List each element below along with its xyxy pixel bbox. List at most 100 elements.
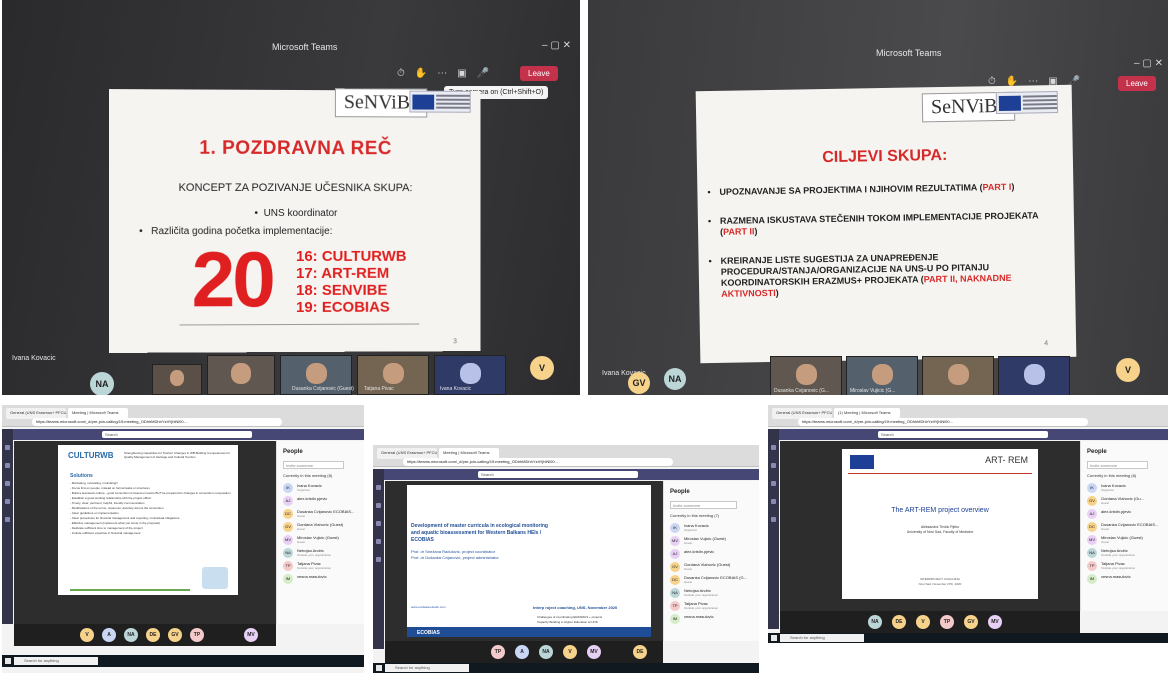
search-input[interactable]: Search <box>102 431 252 438</box>
participant-avatar[interactable]: TP <box>491 645 505 659</box>
ecobias-logo: ECOBIAS <box>417 630 440 636</box>
participant-avatar[interactable]: TP <box>940 615 954 629</box>
participant-avatar[interactable]: NA <box>539 645 553 659</box>
slide-title: Development of master curricula in ecolo… <box>411 523 551 544</box>
participant-avatar[interactable]: V <box>1116 358 1140 382</box>
participant-row[interactable]: DC Dusanka Cvijanovic ECOBIAS... Guest <box>1087 522 1167 533</box>
call-avatar-strip: NA DE V TP GV MV <box>780 611 1080 633</box>
participant-row[interactable]: TP Tatjana Pivac Outside your organization <box>283 561 363 572</box>
participant-avatar[interactable]: GV <box>964 615 978 629</box>
participant-avatar[interactable]: MV <box>988 615 1002 629</box>
slide-illustration <box>202 567 228 589</box>
search-input[interactable]: Search <box>878 431 1048 438</box>
affiliation: University of Novi Sad, Faculty of Medic… <box>842 530 1038 534</box>
eu-cofunded-logo <box>996 91 1058 114</box>
participant-avatar[interactable]: DE <box>892 615 906 629</box>
start-icon[interactable] <box>5 658 11 664</box>
call-avatar-strip: V A NA DE GV TP MV <box>14 624 276 646</box>
participant-row[interactable]: IK Ivana Kovacic Organizer <box>283 483 363 494</box>
section-title: Solutions <box>70 473 93 479</box>
participant-row[interactable]: IK Ivana Kovacic Organizer <box>1087 483 1167 494</box>
meeting-toolbar-icons[interactable]: ⏱✋⋯▣🎤 <box>397 68 499 79</box>
participant-row[interactable]: AJ alex.kristin.pjevic <box>1087 509 1167 520</box>
people-panel: People Invite someone Currently in this … <box>1080 441 1168 611</box>
participant-avatar[interactable]: NA <box>664 368 686 390</box>
meeting-stage: ART- REM The ART-REM project overview Al… <box>780 441 1080 611</box>
participant-avatar[interactable]: V <box>530 356 554 380</box>
author: Aleksandra Trivkic Rjeko <box>842 525 1038 529</box>
divider <box>180 324 420 326</box>
invite-input[interactable]: Invite someone <box>1087 461 1148 469</box>
address-bar[interactable]: https://teams.microsoft.com/_#/pre-join-… <box>32 418 282 426</box>
in-meeting-count: Currently in this meeting (8) <box>283 473 332 478</box>
address-bar[interactable]: https://teams.microsoft.com/_#/pre-join-… <box>798 418 1088 426</box>
participant-avatar[interactable]: V <box>563 645 577 659</box>
participant-row[interactable]: MV Miroslav Vujicic (Guest) Guest <box>1087 535 1167 546</box>
app-rail[interactable] <box>768 429 779 629</box>
participant-avatar[interactable]: NA <box>868 615 882 629</box>
project-header: Strengthening Capacities for Tourism Cha… <box>124 451 232 459</box>
participant-row[interactable]: AJ alex.kristin.pjevic <box>670 549 757 560</box>
window-controls[interactable]: – ▢ ✕ <box>1134 58 1163 69</box>
participant-avatar[interactable]: GV <box>168 628 182 642</box>
participant-avatar[interactable]: A <box>515 645 529 659</box>
list-item: Include sufficient expertise in financia… <box>70 531 231 536</box>
participant-avatar[interactable]: V <box>80 628 94 642</box>
eu-cofunded-logo <box>409 91 470 113</box>
leave-button[interactable]: Leave <box>520 66 558 81</box>
app-rail[interactable] <box>373 469 384 649</box>
window-controls[interactable]: – ▢ ✕ <box>542 40 571 51</box>
participant-avatar[interactable]: MV <box>244 628 258 642</box>
browser-chrome: General (UNS Erasmus+ PFCU) Meeting | Mi… <box>373 445 759 467</box>
participant-avatar[interactable]: DE <box>633 645 647 659</box>
shared-slide: CULTURWB Strengthening Capacities for To… <box>58 445 238 595</box>
project-year: 17: ART-REM <box>296 265 407 282</box>
participant-row[interactable]: GV Gordana Vlahovic (Gu... Guest <box>1087 496 1167 507</box>
participant-row[interactable]: GV Gordana Vlahovic (Guest) Guest <box>283 522 363 533</box>
start-icon[interactable] <box>771 635 777 641</box>
participant-row[interactable]: DC Dusanka Cvijanovic ECOBIAS (G... Guest <box>670 575 757 586</box>
video-thumbnail[interactable] <box>998 356 1070 395</box>
taskbar-search[interactable]: Search for anything <box>14 657 98 665</box>
participant-avatar[interactable]: NA <box>124 628 138 642</box>
slide-subtitle: Challenges of coordinating ERASMUS + pro… <box>537 615 602 619</box>
address-bar[interactable]: https://teams.microsoft.com/_#/pre-join-… <box>403 458 673 466</box>
invite-input[interactable]: Invite someone <box>670 501 737 509</box>
participant-row[interactable]: NA Nebojsa Andric Outside your organizatio… <box>283 548 363 559</box>
participant-row[interactable]: TP Tatjana Pivac Outside your organization <box>670 601 757 612</box>
participant-avatar[interactable]: A <box>102 628 116 642</box>
participant-row[interactable]: DC Dusanka Cvijanovic ECOBIAS... Guest <box>283 509 363 520</box>
video-thumbnail[interactable] <box>207 355 275 395</box>
teams-screenshot-ecobias: General (UNS Erasmus+ PFCU) Meeting | Mi… <box>373 445 759 673</box>
participant-avatar[interactable]: GV <box>628 372 650 394</box>
eu-flag-icon <box>850 455 874 469</box>
participant-avatar[interactable]: V <box>916 615 930 629</box>
participant-row[interactable]: GV Gordana Vlahovic (Guest) Guest <box>670 562 757 573</box>
video-thumbnail[interactable] <box>152 364 202 395</box>
participant-row[interactable]: IM vesna.masulovic <box>670 614 757 625</box>
taskbar-search[interactable]: Search for anything <box>385 664 469 672</box>
participant-row[interactable]: NA Nebojsa Andric Outside your organizatio… <box>1087 548 1167 559</box>
search-input[interactable]: Search <box>478 471 638 478</box>
participant-row[interactable]: IM vesna.masulovic <box>283 574 363 585</box>
start-icon[interactable] <box>376 665 382 671</box>
leave-button[interactable]: Leave <box>1118 76 1156 91</box>
participant-row[interactable]: IM vesna.masulovic <box>1087 574 1167 585</box>
participant-row[interactable]: IK Ivana Kovacic Organizer <box>670 523 757 534</box>
participant-avatar[interactable]: DE <box>146 628 160 642</box>
invite-input[interactable]: Invite someone <box>283 461 344 469</box>
big-year-prefix: 20 <box>192 240 273 318</box>
participant-avatar[interactable]: MV <box>587 645 601 659</box>
participant-avatar[interactable]: NA <box>90 372 114 395</box>
video-thumbnail[interactable] <box>922 356 994 395</box>
taskbar-search[interactable]: Search for anything <box>780 634 864 642</box>
participant-row[interactable]: AJ alex.kristin.pjevic <box>283 496 363 507</box>
participant-row[interactable]: MV Miroslav Vujicic (Guest) Guest <box>283 535 363 546</box>
participant-row[interactable]: TP Tatjana Pivac Outside your organization <box>1087 561 1167 572</box>
solution-bullets: Motivating, motivating, motivating!! Foc… <box>70 481 231 536</box>
project-years-list: 16: CULTURWB 17: ART-REM 18: SENVIBE 19:… <box>296 248 407 316</box>
participant-avatar[interactable]: TP <box>190 628 204 642</box>
participant-row[interactable]: MV Miroslav Vujicic (Guest) Guest <box>670 536 757 547</box>
app-rail[interactable] <box>2 429 13 624</box>
participant-row[interactable]: NA Nebojsa Andric Outside your organizatio… <box>670 588 757 599</box>
